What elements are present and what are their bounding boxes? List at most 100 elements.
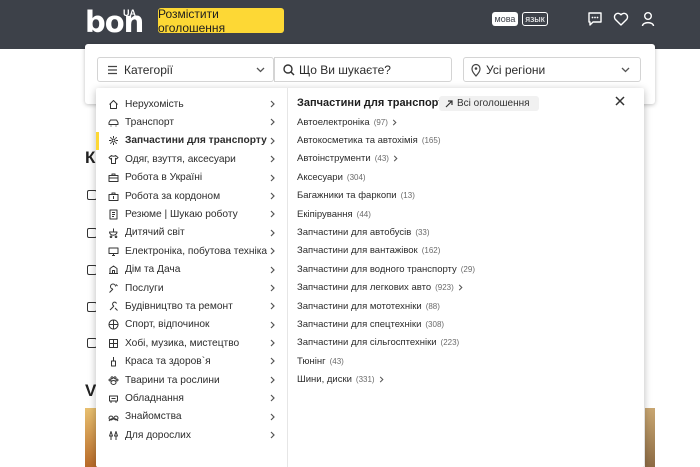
chevron-right-icon [270,174,275,181]
subcategory-item[interactable]: Автокосметика та автохімія (165) [297,131,597,149]
chevron-right-icon [270,247,275,255]
category-item-label: Запчастини для транспорту [125,135,267,147]
tools-icon [109,301,118,311]
category-item-label: Будівництво та ремонт [125,300,233,312]
chevron-right-icon [270,413,275,421]
subcategory-item[interactable]: Автоелектроніка (97) [297,113,597,131]
paw-icon [108,375,119,385]
category-item[interactable]: Будівництво та ремонт [96,297,287,315]
subcategory-item[interactable]: Аксесуари (304) [297,168,597,186]
user-icon[interactable] [639,10,657,28]
logo-suffix: UA [123,8,136,18]
region-select[interactable]: Усі регіони [463,57,641,82]
subcategory-count: (304) [346,172,366,182]
category-item[interactable]: Електроніка, побутова техніка [96,242,287,260]
chevron-right-icon [379,376,384,383]
chevron-right-icon [392,119,397,126]
heart-icon[interactable] [612,10,630,28]
post-ad-button[interactable]: Розмістити оголошення [158,7,284,35]
briefcase-globe-icon [108,192,119,201]
category-item-label: Дитячий світ [125,227,185,239]
subcategory-item[interactable]: Запчастини для легкових авто (923) [297,279,597,297]
category-item[interactable]: Дитячий світ [96,224,287,242]
subcategory-item[interactable]: Запчастини для вантажівок (162) [297,242,597,260]
category-item[interactable]: Робота за кордоном [96,187,287,205]
category-item[interactable]: Транспорт [96,113,287,131]
subcategory-label: Екіпірування [297,208,353,220]
subcategory-column: Запчастини для транспорту Всі оголошення… [288,88,644,467]
logo[interactable]: bon UA [85,5,155,39]
category-item[interactable]: Нерухомість [96,95,287,113]
category-item[interactable]: Спорт, відпочинок [96,316,287,334]
monitor-icon [108,247,119,256]
category-item[interactable]: Робота в Україні [96,169,287,187]
chevron-right-icon [270,302,275,310]
subcategory-item[interactable]: Багажники та фаркопи (13) [297,187,597,205]
subcategory-item[interactable]: Шини, диски (331) [297,370,597,388]
category-item-label: Робота за кордоном [125,190,221,202]
close-icon[interactable] [614,95,626,107]
subcategory-title: Запчастини для транспорту [297,97,451,109]
subcategory-item[interactable]: Запчастини для мототехніки (88) [297,297,597,315]
top-header: bon UA Розмістити оголошення мова язык [0,0,700,49]
chat-icon[interactable] [586,10,604,28]
subcategory-label: Запчастини для вантажівок [297,245,418,257]
search-input[interactable]: Що Ви шукаєте? [274,57,452,82]
subcategory-label: Запчастини для легкових авто [297,282,432,294]
subcategory-count: (331) [355,375,375,385]
category-item[interactable]: Послуги [96,279,287,297]
chevron-right-icon [270,192,275,200]
all-ads-link[interactable]: Всі оголошення [439,96,539,111]
subcategory-item[interactable]: Запчастини для водного транспорту (29) [297,260,597,278]
shirt-icon [108,154,119,164]
beauty-icon [111,357,116,367]
subcategory-count: (13) [400,191,415,201]
subcategory-item[interactable]: Запчастини для автобусів (33) [297,223,597,241]
subcategory-label: Запчастини для водного транспорту [297,263,457,275]
chevron-right-icon [458,284,463,291]
subcategory-item[interactable]: Екіпірування (44) [297,205,597,223]
category-item-label: Тварини та рослини [125,374,220,386]
category-item[interactable]: Знайомства [96,408,287,426]
ball-icon [108,319,119,330]
subcategory-item[interactable]: Запчастини для сільгосптехніки (223) [297,334,597,352]
subcategory-count: (88) [425,301,440,311]
category-item-label: Обладнання [125,392,184,404]
category-item[interactable]: Дім та Дача [96,261,287,279]
category-item[interactable]: Одяг, взуття, аксесуари [96,150,287,168]
category-item[interactable]: Хобі, музика, мистецтво [96,334,287,352]
lang-ua-toggle[interactable]: мова [492,12,518,26]
chevron-right-icon [270,376,275,384]
chevron-right-icon [270,284,275,292]
category-item[interactable]: Тварини та рослини [96,371,287,389]
hobby-icon [109,338,118,348]
category-item-label: Послуги [125,282,164,294]
subcategory-count: (29) [460,264,475,274]
category-item[interactable]: Краса та здоров`я [96,352,287,370]
menu-icon [108,65,117,74]
subcategory-label: Багажники та фаркопи [297,190,397,202]
house-icon [109,99,118,109]
category-item[interactable]: Для дорослих [96,426,287,444]
category-item[interactable]: Обладнання [96,389,287,407]
subcategory-count: (308) [425,319,445,329]
lang-ru-toggle[interactable]: язык [522,12,548,26]
category-list: Нерухомість Транспорт Запчастини для транс… [96,95,287,444]
subcategory-label: Шини, диски [297,374,352,386]
subcategory-count: (44) [356,209,371,219]
category-select[interactable]: Категорії [97,57,274,82]
category-dropdown: Нерухомість Транспорт Запчастини для транс… [96,88,644,467]
category-select-label: Категорії [124,62,173,77]
subcategory-count: (43) [374,154,389,164]
chevron-right-icon [393,155,398,162]
subcategory-count: (33) [415,228,430,238]
subcategory-item[interactable]: Запчастини для спецтехніки (308) [297,315,597,333]
subcategory-item[interactable]: Тюнінг (43) [297,352,597,370]
category-item[interactable]: Резюме | Шукаю роботу [96,205,287,223]
search-icon [283,63,295,76]
car-icon [108,119,119,127]
subcategory-item[interactable]: Автоінструменти (43) [297,150,597,168]
chevron-right-icon [270,210,275,218]
chevron-right-icon [270,394,275,402]
category-item[interactable]: Запчастини для транспорту [96,131,287,151]
